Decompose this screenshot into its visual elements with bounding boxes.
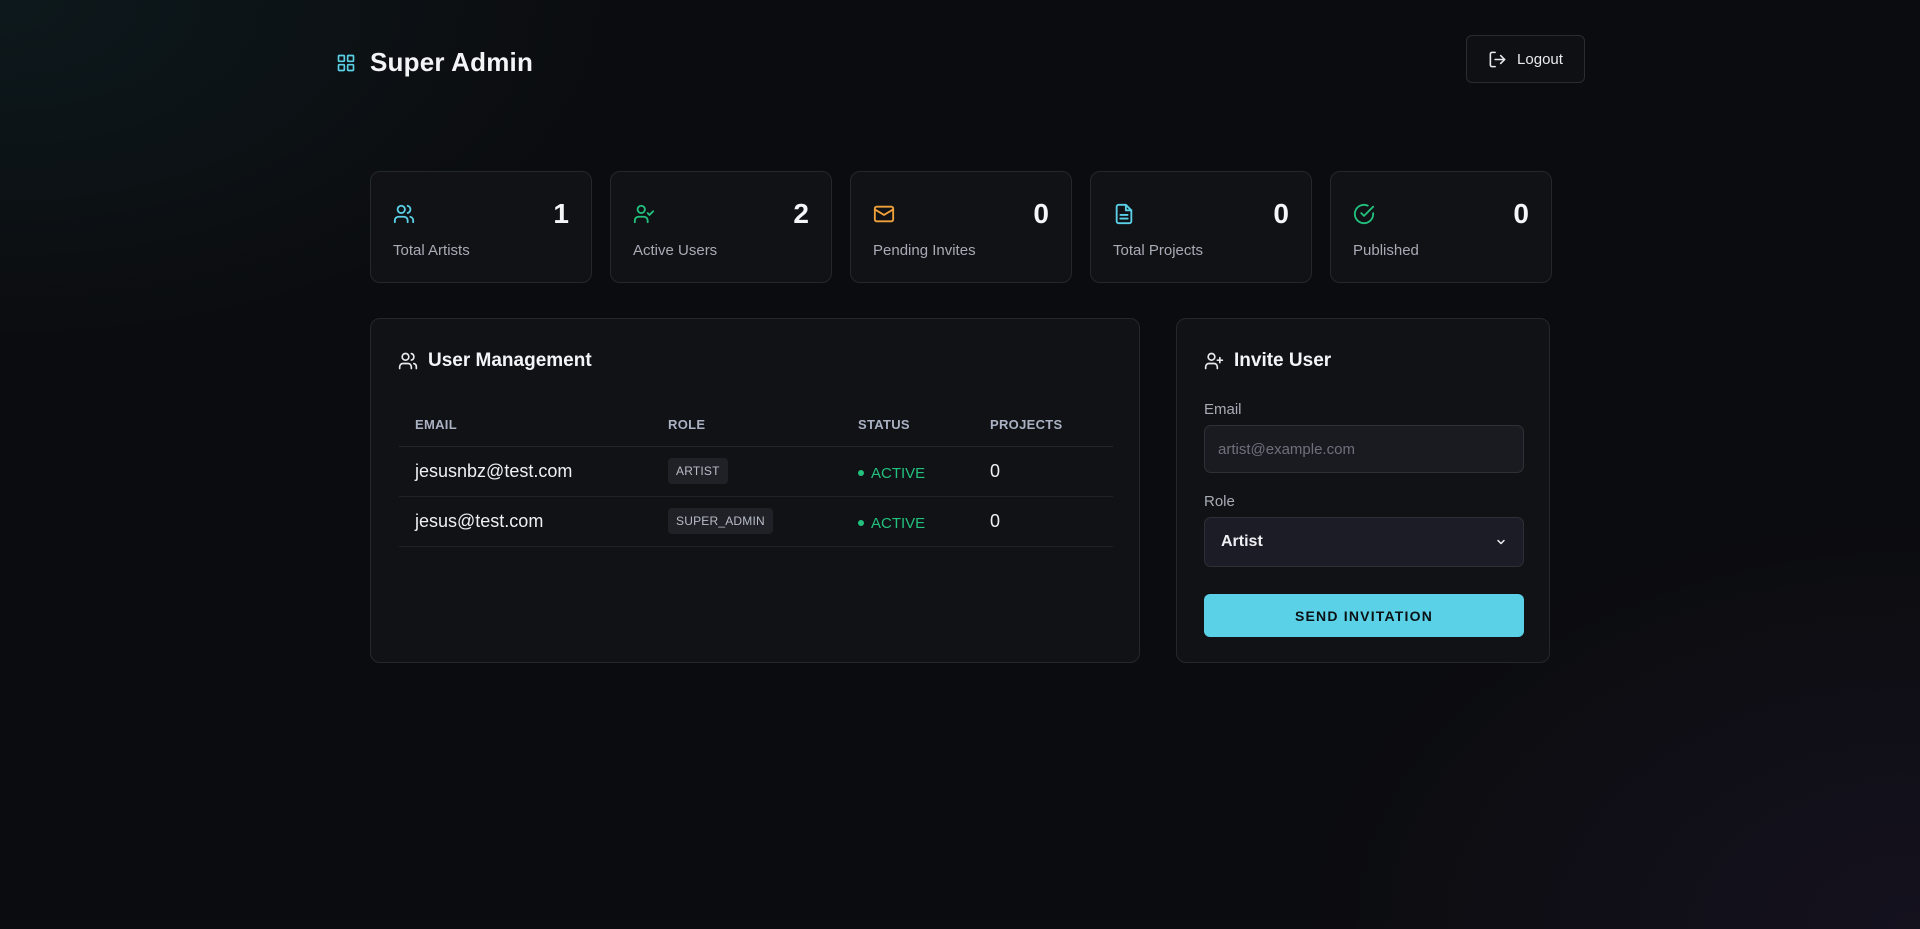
user-email: jesus@test.com [399,496,652,547]
stat-value: 1 [553,198,569,229]
status-cell: ACTIVE [842,446,974,497]
users-icon [398,351,418,371]
stat-label: Pending Invites [873,242,976,259]
table-row[interactable]: jesusnbz@test.com ARTIST ACTIVE 0 [399,446,1113,497]
invite-user-panel: Invite User Email Role Artist SEND INVIT… [1176,318,1550,663]
check-circle-icon [1353,203,1375,225]
users-table: EMAIL ROLE STATUS PROJECTS jesusnbz@test… [399,404,1113,547]
stat-card-pending-invites: 0 Pending Invites [850,171,1072,283]
column-header-email[interactable]: EMAIL [399,404,652,447]
brand: Super Admin [336,47,533,78]
panel-title: Invite User [1234,350,1332,371]
status-text: ACTIVE [871,464,926,482]
stat-label: Active Users [633,242,718,259]
role-badge: SUPER_ADMIN [668,508,773,534]
panel-heading: Invite User [1204,350,1331,372]
role-badge: ARTIST [668,458,728,484]
stat-label: Published [1353,242,1419,259]
role-cell: SUPER_ADMIN [652,496,842,547]
user-check-icon [633,203,655,225]
user-plus-icon [1204,351,1224,371]
role-select[interactable]: Artist [1204,517,1524,567]
page-title: Super Admin [370,47,534,77]
status-dot-icon [858,470,864,477]
status-dot-icon [858,520,864,527]
stat-card-published: 0 Published [1330,171,1552,283]
stat-card-active-users: 2 Active Users [610,171,832,283]
role-label: Role [1204,493,1235,510]
page-header: Super Admin Logout [336,35,1585,83]
stat-value: 2 [793,198,809,229]
email-field[interactable] [1204,425,1524,473]
logout-label: Logout [1517,50,1563,68]
status-cell: ACTIVE [842,496,974,547]
status-badge: ACTIVE [858,515,925,532]
mail-icon [873,203,895,225]
column-header-projects[interactable]: PROJECTS [974,404,1113,447]
user-management-panel: User Management EMAIL ROLE STATUS PROJEC… [370,318,1140,663]
email-label: Email [1204,401,1242,418]
status-badge: ACTIVE [858,465,925,482]
table-header-row: EMAIL ROLE STATUS PROJECTS [399,404,1113,447]
file-icon [1113,203,1135,225]
stat-value: 0 [1273,198,1289,229]
chevron-down-icon [1495,536,1507,548]
user-projects-count: 0 [974,446,1113,497]
panel-heading: User Management [398,350,592,372]
stat-value: 0 [1513,198,1529,229]
dashboard-grid-icon [336,53,356,73]
table-row[interactable]: jesus@test.com SUPER_ADMIN ACTIVE 0 [399,496,1113,547]
column-header-role[interactable]: ROLE [652,404,842,447]
stat-value: 0 [1033,198,1049,229]
stat-label: Total Projects [1113,242,1204,259]
stat-label: Total Artists [393,242,470,259]
user-email: jesusnbz@test.com [399,446,652,497]
stat-card-total-projects: 0 Total Projects [1090,171,1312,283]
send-invitation-button[interactable]: SEND INVITATION [1204,594,1524,637]
logout-button[interactable]: Logout [1466,35,1585,83]
stat-card-total-artists: 1 Total Artists [370,171,592,283]
user-projects-count: 0 [974,496,1113,547]
role-cell: ARTIST [652,446,842,497]
logout-icon [1488,50,1507,69]
role-selected-value: Artist [1221,533,1263,550]
column-header-status[interactable]: STATUS [842,404,974,447]
status-text: ACTIVE [871,514,926,532]
panel-title: User Management [428,350,592,371]
stats-row: 1 Total Artists 2 Active Users 0 Pending… [370,171,1552,283]
users-icon [393,203,415,225]
